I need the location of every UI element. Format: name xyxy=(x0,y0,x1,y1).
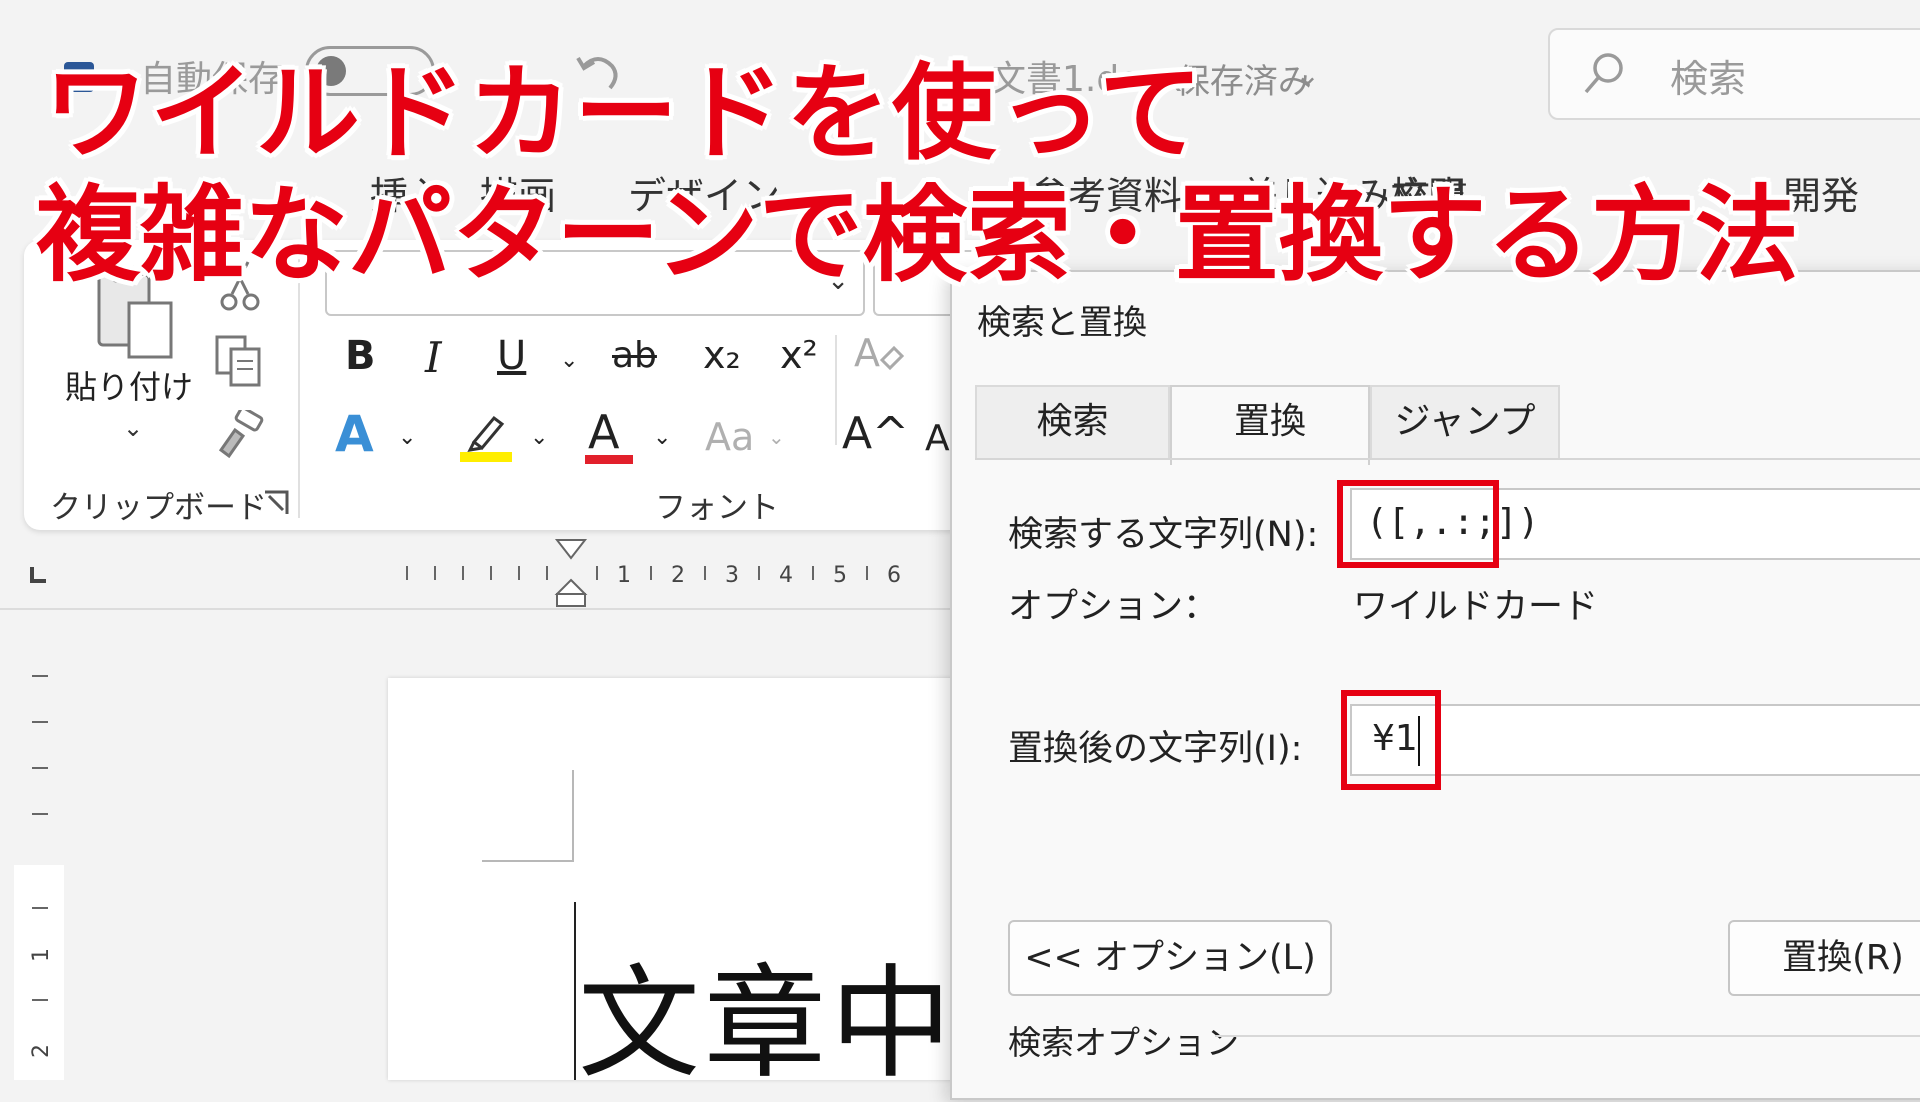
chevron-down-icon[interactable]: ⌄ xyxy=(653,425,671,450)
chevron-down-icon[interactable]: ⌄ xyxy=(398,425,416,450)
dialog-tab-strip: 検索 置換 ジャンプ xyxy=(975,385,1920,465)
grow-font-button[interactable]: A^ xyxy=(842,408,909,459)
ruler-label: 5 xyxy=(833,563,847,588)
group-divider xyxy=(835,335,837,445)
vertical-ruler[interactable]: 1 2 xyxy=(14,640,64,1080)
headline-line-2: 複雑なパターンで検索・置換する方法 xyxy=(36,174,1799,296)
ruler-label: 4 xyxy=(779,563,793,588)
search-icon xyxy=(1584,53,1623,94)
find-what-label: 検索する文字列(N): xyxy=(1008,515,1319,555)
indent-marker[interactable] xyxy=(553,538,589,608)
horizontal-ruler[interactable]: 1 2 3 4 5 6 xyxy=(395,558,955,588)
tab-goto[interactable]: ジャンプ xyxy=(1370,385,1560,460)
clear-formatting-icon[interactable]: A xyxy=(852,330,904,382)
vertical-ruler-label: 2 xyxy=(29,1044,54,1058)
text-cursor xyxy=(574,902,576,1080)
subscript-button[interactable]: x₂ xyxy=(703,333,741,377)
ruler-label: 1 xyxy=(617,563,631,588)
ruler-label: 2 xyxy=(671,563,685,588)
ruler-label: 3 xyxy=(725,563,739,588)
document-text[interactable]: 文章中 xyxy=(578,925,956,1102)
margin-corner-mark xyxy=(482,770,574,862)
less-options-button[interactable]: << オプション(L) xyxy=(1008,920,1332,996)
ruler-divider xyxy=(0,608,960,610)
text-effects-button[interactable]: A xyxy=(335,405,374,463)
copy-icon[interactable] xyxy=(215,335,263,387)
superscript-button[interactable]: x² xyxy=(780,333,818,377)
chevron-down-icon[interactable]: ⌄ xyxy=(768,425,785,449)
tab-selector-icon[interactable] xyxy=(28,565,48,585)
dialog-launcher-icon[interactable] xyxy=(263,490,289,516)
dialog-title: 検索と置換 xyxy=(977,303,1147,343)
chevron-down-icon[interactable]: ⌄ xyxy=(530,425,548,450)
italic-button[interactable]: I xyxy=(425,333,442,382)
font-color-swatch xyxy=(585,455,633,464)
replace-button[interactable]: 置換(R) xyxy=(1728,920,1920,996)
bold-button[interactable]: B xyxy=(345,333,376,379)
paste-label[interactable]: 貼り付け xyxy=(65,362,193,408)
search-box[interactable]: 検索 xyxy=(1548,28,1920,120)
options-value: ワイルドカード xyxy=(1353,587,1599,627)
clipboard-group-label: クリップボード xyxy=(50,490,267,526)
replace-with-label: 置換後の文字列(I): xyxy=(1008,729,1303,769)
change-case-button[interactable]: Aa xyxy=(705,415,754,459)
search-options-label: 検索オプション xyxy=(1008,1023,1239,1062)
section-divider xyxy=(1215,1035,1920,1037)
shrink-font-button[interactable]: A xyxy=(925,418,950,459)
highlighter-icon[interactable] xyxy=(460,410,512,462)
font-color-button[interactable]: A xyxy=(588,405,619,459)
chevron-down-icon[interactable]: ⌄ xyxy=(560,348,578,373)
ruler-label: 6 xyxy=(887,563,901,588)
tab-replace[interactable]: 置換 xyxy=(1170,385,1370,465)
tab-panel-border xyxy=(975,458,1920,460)
chevron-down-icon[interactable]: ⌄ xyxy=(123,414,143,442)
tab-find[interactable]: 検索 xyxy=(975,385,1170,460)
underline-button[interactable]: U xyxy=(497,333,526,379)
vertical-ruler-label: 1 xyxy=(29,948,54,962)
font-group-label: フォント xyxy=(655,490,779,526)
format-painter-icon[interactable] xyxy=(215,410,265,460)
options-label: オプション： xyxy=(1008,587,1219,627)
search-placeholder: 検索 xyxy=(1670,57,1747,101)
replace-highlight-box xyxy=(1341,690,1441,790)
svg-text:A: A xyxy=(854,331,880,375)
strikethrough-button[interactable]: ab xyxy=(612,335,657,376)
find-highlight-box xyxy=(1337,480,1499,568)
chevron-down-icon[interactable]: ⌄ xyxy=(1295,58,1320,93)
